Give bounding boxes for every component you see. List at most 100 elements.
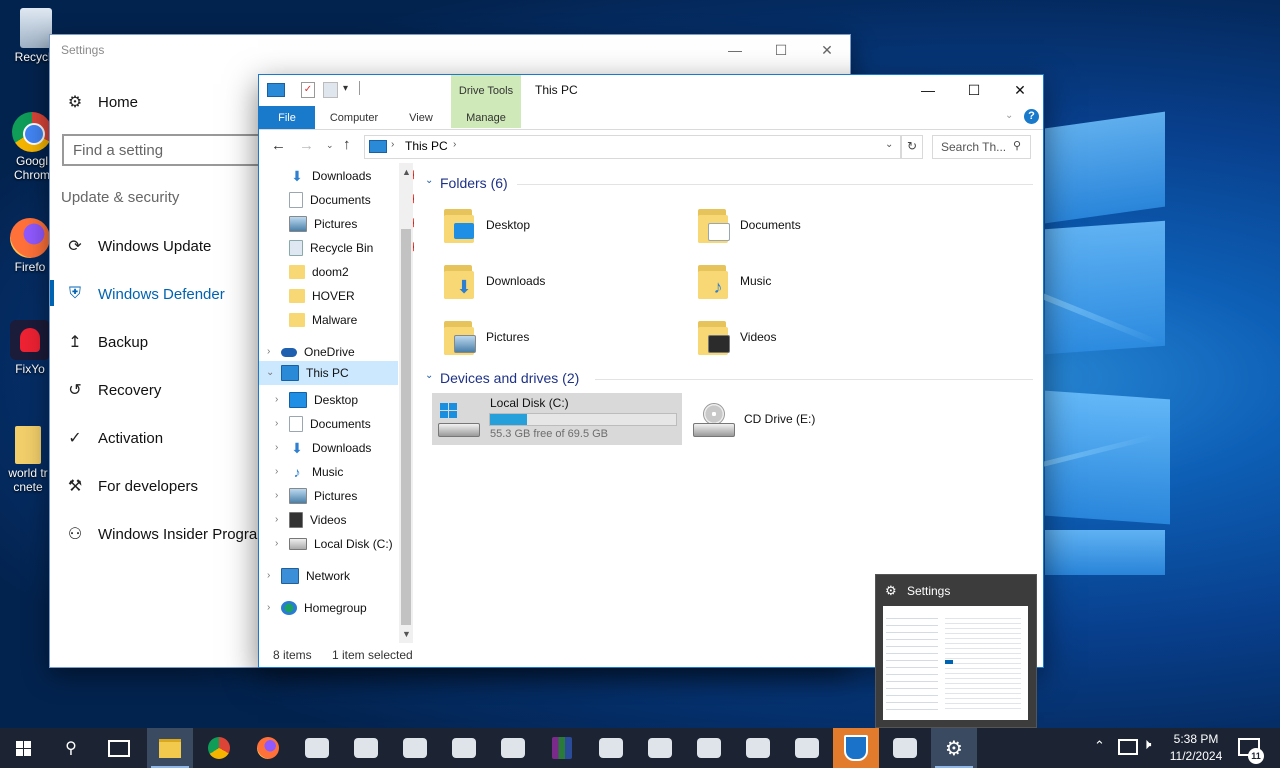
taskbar-app[interactable] bbox=[882, 728, 928, 768]
tab-view[interactable]: View bbox=[393, 106, 449, 129]
expand-chevron-icon[interactable]: › bbox=[275, 466, 278, 477]
tree-scrollbar[interactable]: ▲ ▼ bbox=[399, 163, 413, 643]
show-hidden-icons-chevron-icon[interactable]: ⌃ bbox=[1094, 738, 1105, 754]
tab-file[interactable]: File bbox=[259, 106, 315, 129]
recent-locations-chevron-icon[interactable]: ⌄ bbox=[326, 140, 334, 151]
help-icon[interactable]: ? bbox=[1024, 109, 1039, 124]
taskbar-winrar[interactable] bbox=[539, 728, 585, 768]
expand-chevron-icon[interactable]: › bbox=[275, 490, 278, 501]
minimize-button[interactable]: — bbox=[712, 35, 758, 65]
expand-chevron-icon[interactable]: › bbox=[267, 570, 270, 581]
forward-arrow-icon[interactable]: → bbox=[299, 137, 314, 154]
search-button[interactable]: ⚲ bbox=[48, 728, 94, 768]
taskbar-thumbnail-preview[interactable]: ⚙ Settings bbox=[875, 574, 1037, 728]
tree-item-videos[interactable]: Videos bbox=[289, 509, 346, 531]
new-folder-icon[interactable] bbox=[323, 82, 338, 98]
tree-item-onedrive[interactable]: OneDrive bbox=[281, 341, 355, 363]
network-icon[interactable] bbox=[1118, 739, 1138, 755]
up-arrow-icon[interactable]: ↑ bbox=[343, 136, 351, 153]
expand-chevron-icon[interactable]: › bbox=[267, 346, 270, 357]
expand-chevron-icon[interactable]: › bbox=[275, 418, 278, 429]
taskbar-app[interactable] bbox=[637, 728, 683, 768]
taskbar-app[interactable] bbox=[392, 728, 438, 768]
maximize-button[interactable]: ☐ bbox=[758, 35, 804, 65]
breadcrumb-this-pc[interactable]: This PC bbox=[405, 139, 448, 153]
tree-item-pictures[interactable]: Pictures 📌 bbox=[289, 213, 414, 235]
collapse-chevron-icon[interactable]: ⌄ bbox=[266, 367, 274, 378]
desktop-icon-world-tr[interactable]: world tr cnete bbox=[2, 426, 54, 494]
taskbar-app[interactable] bbox=[686, 728, 732, 768]
breadcrumb-separator-icon[interactable]: › bbox=[453, 139, 456, 150]
tree-item-documents[interactable]: Documents bbox=[289, 413, 371, 435]
tree-item-malware[interactable]: Malware bbox=[289, 309, 357, 331]
expand-chevron-icon[interactable]: › bbox=[275, 538, 278, 549]
search-box[interactable]: Search Th... ⚲ bbox=[932, 135, 1031, 159]
tree-item-homegroup[interactable]: Homegroup bbox=[281, 597, 367, 619]
desktop-icon-fixyo[interactable]: FixYo bbox=[6, 320, 54, 376]
tree-item-downloads[interactable]: ⬇ Downloads 📌 bbox=[289, 165, 414, 187]
nav-for-developers[interactable]: ⚒ For developers bbox=[64, 471, 198, 501]
properties-icon[interactable]: ✓ bbox=[301, 82, 315, 98]
folder-pictures[interactable]: Pictures bbox=[442, 315, 529, 359]
taskbar-app[interactable] bbox=[588, 728, 634, 768]
expand-chevron-icon[interactable]: › bbox=[275, 514, 278, 525]
tree-item-doom2[interactable]: doom2 bbox=[289, 261, 349, 283]
back-arrow-icon[interactable]: ← bbox=[271, 137, 286, 154]
taskbar-file-explorer[interactable] bbox=[147, 728, 193, 768]
address-bar[interactable]: › This PC › ⌄ bbox=[364, 135, 901, 159]
minimize-button[interactable]: — bbox=[905, 75, 951, 105]
nav-windows-update[interactable]: ⟳ Windows Update bbox=[64, 231, 211, 261]
folder-videos[interactable]: Videos bbox=[696, 315, 776, 359]
address-dropdown-chevron-icon[interactable]: ⌄ bbox=[885, 139, 893, 150]
taskbar-firefox[interactable] bbox=[245, 728, 291, 768]
scrollbar-thumb[interactable] bbox=[401, 229, 411, 625]
taskbar-app[interactable] bbox=[441, 728, 487, 768]
collapse-group-chevron-icon[interactable]: ⌄ bbox=[425, 175, 433, 186]
taskbar-app[interactable] bbox=[735, 728, 781, 768]
tree-item-this-pc[interactable]: This PC bbox=[281, 362, 349, 384]
tab-manage[interactable]: Manage bbox=[451, 106, 521, 129]
tree-item-documents[interactable]: Documents 📌 bbox=[289, 189, 414, 211]
folder-desktop[interactable]: Desktop bbox=[442, 203, 530, 247]
tree-item-pictures[interactable]: Pictures bbox=[289, 485, 357, 507]
clock[interactable]: 5:38 PM 11/2/2024 bbox=[1166, 732, 1226, 763]
taskbar-app[interactable] bbox=[294, 728, 340, 768]
tree-item-hover[interactable]: HOVER bbox=[289, 285, 355, 307]
nav-recovery[interactable]: ↺ Recovery bbox=[64, 375, 161, 405]
folder-downloads[interactable]: ⬇ Downloads bbox=[442, 259, 545, 303]
expand-chevron-icon[interactable]: › bbox=[275, 442, 278, 453]
scroll-up-arrow-icon[interactable]: ▲ bbox=[402, 167, 411, 177]
tree-item-local-disk[interactable]: Local Disk (C:) bbox=[289, 533, 393, 555]
drive-local-disk[interactable]: Local Disk (C:) 55.3 GB free of 69.5 GB bbox=[432, 393, 682, 445]
folders-group-header[interactable]: Folders (6) bbox=[440, 175, 508, 191]
nav-activation[interactable]: ✓ Activation bbox=[64, 423, 163, 453]
expand-ribbon-chevron-icon[interactable]: ⌄ bbox=[1005, 110, 1013, 121]
drives-group-header[interactable]: Devices and drives (2) bbox=[440, 370, 579, 386]
taskbar-app[interactable] bbox=[343, 728, 389, 768]
customize-toolbar-chevron-icon[interactable]: ▾ bbox=[343, 83, 348, 94]
tab-computer[interactable]: Computer bbox=[317, 106, 391, 129]
volume-muted-icon[interactable]: 🕨 bbox=[1142, 736, 1151, 753]
nav-windows-insider[interactable]: ⚇ Windows Insider Program bbox=[64, 519, 270, 549]
close-button[interactable]: ✕ bbox=[804, 35, 850, 65]
tree-item-desktop[interactable]: Desktop bbox=[289, 389, 358, 411]
taskbar-settings[interactable]: ⚙ bbox=[931, 728, 977, 768]
folder-music[interactable]: ♪ Music bbox=[696, 259, 771, 303]
task-view-button[interactable] bbox=[96, 728, 142, 768]
expand-chevron-icon[interactable]: › bbox=[275, 394, 278, 405]
tree-item-downloads[interactable]: ⬇ Downloads bbox=[289, 437, 371, 459]
desktop-icon-firefox[interactable]: Firefo bbox=[6, 218, 54, 274]
tree-item-network[interactable]: Network bbox=[281, 565, 350, 587]
folder-documents[interactable]: Documents bbox=[696, 203, 801, 247]
collapse-group-chevron-icon[interactable]: ⌄ bbox=[425, 370, 433, 381]
taskbar-app[interactable] bbox=[784, 728, 830, 768]
drive-cd[interactable]: CD Drive (E:) bbox=[691, 393, 851, 445]
maximize-button[interactable]: ☐ bbox=[951, 75, 997, 105]
tree-item-recycle-bin[interactable]: Recycle Bin 📌 bbox=[289, 237, 414, 259]
settings-home[interactable]: ⚙ Home bbox=[64, 87, 138, 117]
expand-chevron-icon[interactable]: › bbox=[267, 602, 270, 613]
taskbar-windows-defender[interactable] bbox=[833, 728, 879, 768]
taskbar-chrome[interactable] bbox=[196, 728, 242, 768]
nav-windows-defender[interactable]: ⛨ Windows Defender bbox=[64, 279, 225, 309]
tree-item-music[interactable]: ♪ Music bbox=[289, 461, 344, 483]
